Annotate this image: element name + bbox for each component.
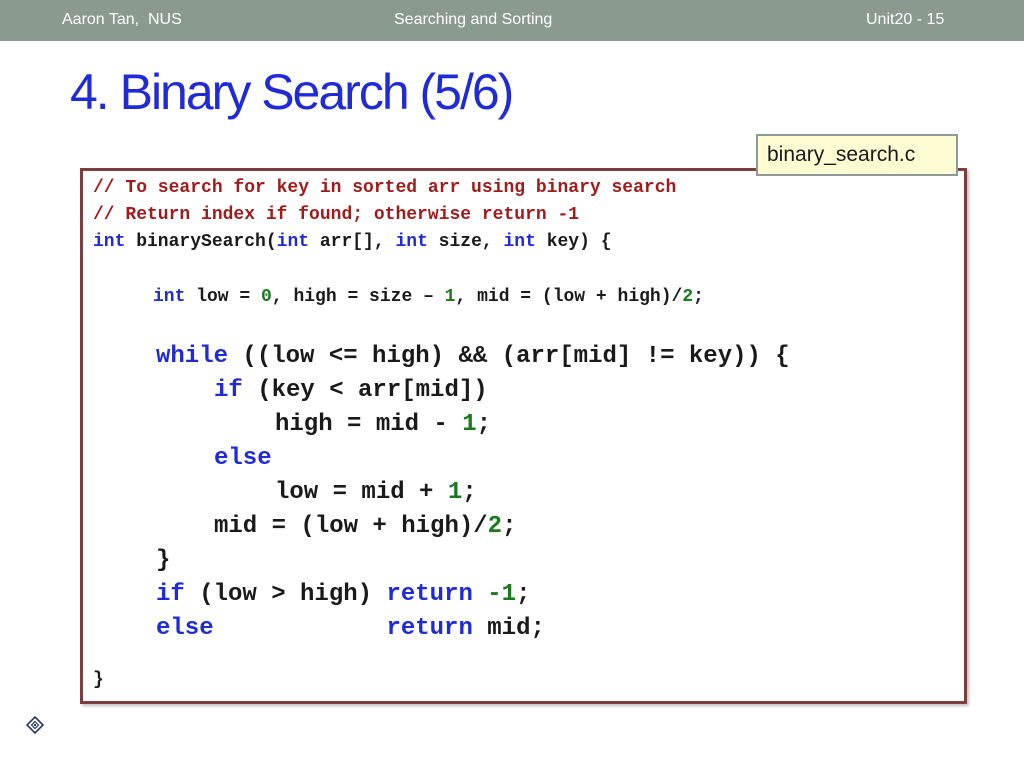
- code-comment: // To search for key in sorted arr using…: [93, 178, 677, 198]
- code-text: size,: [427, 232, 504, 252]
- code-number: 1: [444, 287, 456, 307]
- code-comment: // Return index if found; otherwise retu…: [93, 205, 580, 225]
- code-number: 2: [682, 287, 694, 307]
- diamond-target-icon: [25, 715, 45, 735]
- code-line-9: low = mid + 1;: [275, 479, 477, 506]
- code-keyword: if: [214, 377, 243, 404]
- code-text: ((low <= high) && (arr[mid] != key)) {: [228, 343, 790, 370]
- code-keyword: if: [156, 581, 185, 608]
- code-number: 0: [261, 287, 272, 307]
- code-number: -1: [487, 581, 517, 608]
- code-keyword: return: [386, 581, 473, 608]
- code-text: low =: [185, 287, 262, 307]
- code-text: low = mid +: [275, 479, 448, 506]
- code-text: }: [93, 670, 104, 690]
- filename-label: binary_search.c: [756, 134, 958, 176]
- code-line-1: // To search for key in sorted arr using…: [93, 178, 676, 198]
- code-text: ;: [516, 581, 531, 608]
- code-line-3: int binarySearch(int arr[], int size, in…: [93, 232, 612, 252]
- code-line-11: }: [156, 547, 170, 574]
- header-unit: Unit20 - 15: [866, 11, 945, 28]
- code-text: ;: [462, 479, 477, 506]
- code-text: , mid = (low + high)/: [455, 287, 683, 307]
- header-topic: Searching and Sorting: [394, 11, 553, 28]
- code-text: high = mid -: [275, 411, 463, 438]
- code-keyword: int: [395, 232, 428, 252]
- code-text: key) {: [535, 232, 612, 252]
- code-text: }: [156, 547, 171, 574]
- code-text: , high = size –: [271, 287, 445, 307]
- code-text: binarySearch(: [125, 232, 277, 252]
- code-keyword: int: [276, 232, 310, 252]
- code-number: 2: [487, 513, 503, 540]
- code-keyword: while: [156, 343, 229, 370]
- code-text: ;: [502, 513, 517, 540]
- code-text: ;: [476, 411, 492, 438]
- code-text: arr[],: [309, 232, 396, 252]
- slide-header-bar: Aaron Tan, NUS Searching and Sorting Uni…: [0, 0, 1024, 41]
- code-text: ;: [693, 287, 704, 307]
- code-keyword: else: [156, 615, 214, 642]
- code-keyword: int: [503, 232, 536, 252]
- code-keyword: return: [386, 615, 473, 642]
- code-text: (key < arr[mid]): [242, 377, 488, 404]
- code-number: 1: [462, 411, 477, 438]
- code-text: (low > high): [184, 581, 387, 608]
- code-line-4: int low = 0, high = size – 1, mid = (low…: [153, 287, 704, 307]
- code-line-8: else: [214, 445, 272, 472]
- code-keyword: int: [93, 232, 126, 252]
- code-line-5: while ((low <= high) && (arr[mid] != key…: [156, 343, 790, 370]
- code-keyword: int: [153, 287, 186, 307]
- code-line-14: }: [93, 670, 104, 690]
- code-block: // To search for key in sorted arr using…: [80, 168, 967, 704]
- code-line-6: if (key < arr[mid]): [214, 377, 488, 404]
- code-keyword: else: [214, 445, 272, 472]
- code-line-7: high = mid - 1;: [275, 411, 491, 438]
- code-text: mid = (low + high)/: [214, 513, 488, 540]
- header-author: Aaron Tan, NUS: [62, 11, 182, 28]
- code-line-10: mid = (low + high)/2;: [214, 513, 516, 540]
- code-text: mid;: [472, 615, 545, 642]
- code-line-12: if (low > high) return -1;: [156, 581, 531, 608]
- slide-title: 4. Binary Search (5/6): [70, 64, 514, 120]
- code-number: 1: [447, 479, 463, 506]
- code-line-2: // Return index if found; otherwise retu…: [93, 205, 579, 225]
- code-line-13: else return mid;: [156, 615, 545, 642]
